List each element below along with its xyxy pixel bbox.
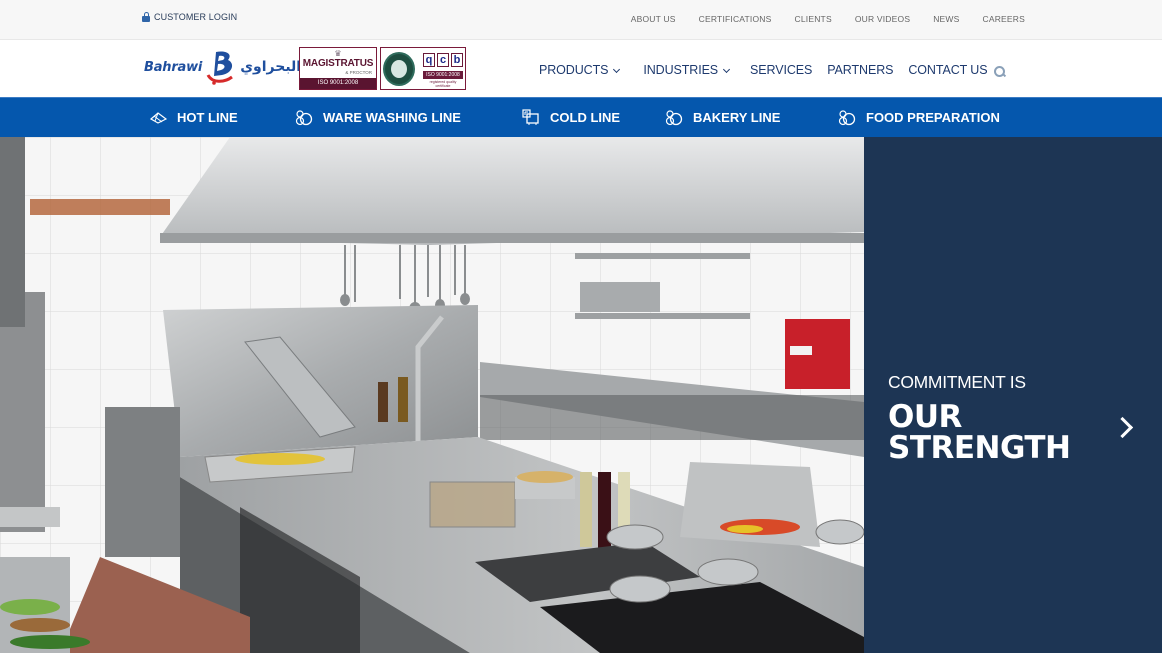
hero-headline-line-2: STRENGTH: [888, 430, 1071, 466]
qcb-letter: c: [437, 53, 449, 67]
category-label: HOT LINE: [177, 110, 238, 125]
lock-icon: [142, 12, 150, 22]
cold-line-icon: [522, 109, 539, 125]
bubbles-icon: [838, 109, 856, 125]
accredia-qcb-certificate: q c b ISO 9001:2008 registered quality c…: [380, 47, 466, 90]
product-line-bar: HOT LINE WARE WASHING LINE COLD LINE BAK…: [0, 97, 1162, 137]
nav-industries-label: INDUSTRIES: [643, 63, 719, 77]
main-header: Bahrawi البحراوي ♛ MAGISTRATUS & PROCTOR…: [0, 40, 1162, 97]
chevron-right-icon[interactable]: [1114, 415, 1134, 439]
nav-industries[interactable]: INDUSTRIES: [643, 63, 731, 77]
qcb-iso: ISO 9001:2008: [423, 71, 463, 79]
top-link-news[interactable]: NEWS: [933, 14, 959, 24]
customer-login-label: CUSTOMER LOGIN: [154, 12, 238, 22]
bubbles-icon: [295, 109, 313, 125]
hero-image: [0, 137, 864, 653]
brand-logo[interactable]: Bahrawi البحراوي: [144, 49, 301, 85]
category-food-preparation[interactable]: FOOD PREPARATION: [838, 98, 1000, 137]
top-link-clients[interactable]: CLIENTS: [795, 14, 832, 24]
top-links: ABOUT US CERTIFICATIONS CLIENTS OUR VIDE…: [631, 14, 1025, 24]
bubbles-icon: [665, 109, 683, 125]
brand-name-english: Bahrawi: [144, 59, 203, 75]
crown-icon: ♛: [334, 49, 342, 58]
hot-line-icon: [150, 111, 167, 124]
certification-badges: ♛ MAGISTRATUS & PROCTOR ISO 9001:2008 q …: [299, 47, 466, 90]
hero-slide-panel: COMMITMENT IS OUR STRENGTH: [864, 137, 1162, 653]
category-cold-line[interactable]: COLD LINE: [522, 98, 620, 137]
hero-kicker: COMMITMENT IS: [888, 372, 1026, 392]
search-icon[interactable]: [993, 65, 1007, 79]
hero-headline-line-1: OUR: [888, 399, 962, 435]
qcb-letter: q: [423, 53, 435, 67]
category-bakery-line[interactable]: BAKERY LINE: [665, 98, 780, 137]
chevron-down-icon: [613, 65, 621, 73]
magistratus-certificate: ♛ MAGISTRATUS & PROCTOR ISO 9001:2008: [299, 47, 377, 90]
customer-login-link[interactable]: CUSTOMER LOGIN: [142, 12, 237, 22]
hero-headline: OUR STRENGTH: [888, 399, 1071, 466]
chevron-down-icon: [723, 65, 731, 73]
category-hot-line[interactable]: HOT LINE: [150, 98, 238, 137]
magistratus-sub: & PROCTOR: [345, 70, 372, 75]
top-link-our-videos[interactable]: OUR VIDEOS: [855, 14, 910, 24]
magistratus-name: MAGISTRATUS: [302, 58, 374, 69]
brand-name-arabic: البحراوي: [240, 59, 302, 75]
kitchen-illustration: [0, 137, 864, 653]
nav-products-label: PRODUCTS: [539, 63, 609, 77]
category-label: COLD LINE: [550, 110, 621, 125]
qcb-logo: q c b: [423, 53, 463, 69]
category-label: FOOD PREPARATION: [866, 110, 1000, 125]
qcb-sub: registered quality certificate: [429, 80, 457, 88]
nav-partners[interactable]: PARTNERS: [827, 63, 893, 77]
brand-b-logo-icon: [206, 49, 236, 85]
category-ware-washing-line[interactable]: WARE WASHING LINE: [295, 98, 461, 137]
accredia-seal-icon: [383, 52, 415, 86]
top-utility-bar: CUSTOMER LOGIN ABOUT US CERTIFICATIONS C…: [0, 0, 1162, 40]
top-link-certifications[interactable]: CERTIFICATIONS: [699, 14, 772, 24]
category-label: WARE WASHING LINE: [323, 110, 461, 125]
nav-contact-us[interactable]: CONTACT US: [908, 63, 987, 77]
category-label: BAKERY LINE: [693, 110, 781, 125]
top-link-about-us[interactable]: ABOUT US: [631, 14, 676, 24]
nav-products[interactable]: PRODUCTS: [539, 63, 621, 77]
top-link-careers[interactable]: CAREERS: [983, 14, 1026, 24]
magistratus-iso: ISO 9001:2008: [300, 78, 376, 89]
qcb-letter: b: [451, 53, 463, 67]
nav-services[interactable]: SERVICES: [750, 63, 812, 77]
main-nav: PRODUCTS INDUSTRIES SERVICES PARTNERS CO…: [539, 63, 988, 77]
